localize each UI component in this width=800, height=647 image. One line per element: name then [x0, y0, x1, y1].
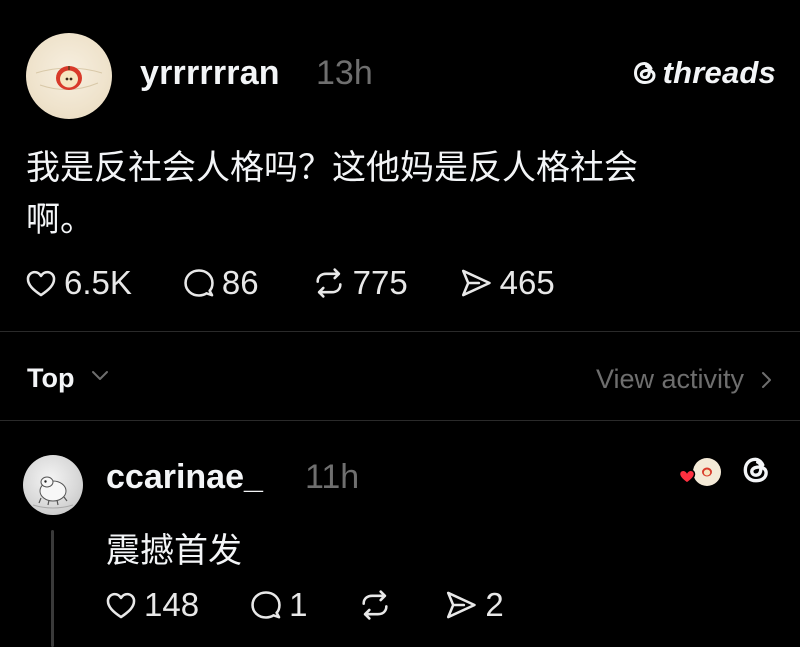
share-button[interactable]: 465: [458, 264, 555, 302]
reply-timestamp: 11h: [305, 458, 360, 496]
comment-icon: [184, 269, 214, 297]
like-button[interactable]: 6.5K: [24, 264, 132, 302]
reply-author-avatar[interactable]: [23, 455, 83, 515]
liked-by-author-icon: [678, 458, 721, 486]
reply-reply-count: 1: [289, 586, 308, 623]
repost-count: 775: [352, 264, 408, 301]
post-body: 我是反社会人格吗？这他妈是反人格社会 啊。: [26, 142, 766, 246]
reply-reply-button[interactable]: 1: [249, 586, 307, 624]
sort-dropdown[interactable]: Top: [27, 363, 74, 394]
apple-avatar-image: [35, 66, 103, 90]
heart-icon: [106, 592, 136, 619]
threads-logo-icon[interactable]: [738, 452, 774, 488]
comment-icon: [251, 591, 281, 619]
repost-button[interactable]: 775: [311, 264, 408, 302]
share-count: 465: [499, 264, 555, 301]
cartoon-avatar-image: [32, 476, 74, 509]
reply-repost-button[interactable]: [357, 588, 393, 622]
reply-button[interactable]: 86: [182, 264, 259, 302]
repost-icon: [316, 268, 342, 298]
author-username[interactable]: yrrrrrran: [140, 54, 280, 93]
divider: [0, 331, 800, 332]
reply-share-button[interactable]: 2: [443, 586, 504, 624]
threads-brand: threads: [629, 55, 776, 90]
view-activity-link[interactable]: View activity: [596, 364, 744, 395]
reply-count: 86: [221, 264, 259, 301]
threads-wordmark: threads: [662, 55, 776, 90]
reply-thread-line: [51, 530, 54, 647]
chevron-down-icon[interactable]: [90, 369, 110, 383]
reply-actions: 148 1 2: [104, 586, 504, 624]
chevron-right-icon[interactable]: [760, 370, 774, 390]
post-timestamp: 13h: [316, 54, 373, 92]
reply-author-username[interactable]: ccarinae_: [106, 458, 263, 497]
post-text-line: 我是反社会人格吗？这他妈是反人格社会: [26, 148, 638, 188]
like-count: 6.5K: [64, 264, 132, 301]
reply-share-count: 2: [485, 586, 504, 623]
heart-icon: [26, 270, 56, 297]
send-icon: [447, 591, 477, 619]
author-liked-badge: [677, 456, 723, 492]
reply-body: 震撼首发: [106, 531, 242, 571]
reply-like-count: 148: [144, 586, 200, 623]
post-actions: 6.5K 86 775 465: [24, 264, 555, 302]
post-text-line: 啊。: [26, 200, 94, 240]
repost-icon: [362, 590, 389, 620]
send-icon: [461, 269, 491, 297]
reply-like-button[interactable]: 148: [104, 586, 199, 624]
divider: [0, 420, 800, 421]
threads-logo-icon: [633, 61, 656, 85]
author-avatar[interactable]: [26, 33, 112, 119]
